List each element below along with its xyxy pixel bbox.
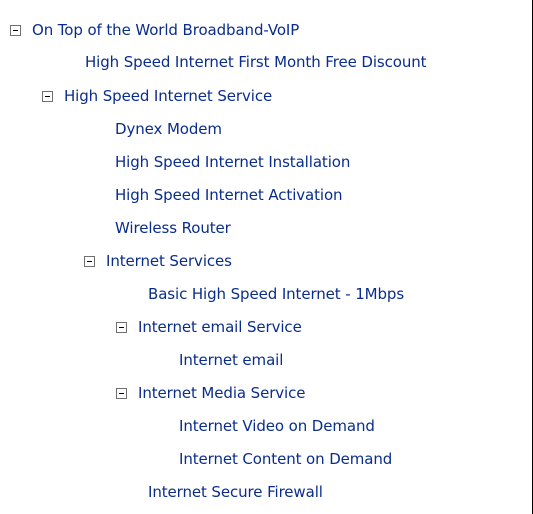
- tree-node-label[interactable]: Internet Media Service: [138, 383, 305, 403]
- tree-node-activation[interactable]: High Speed Internet Activation: [115, 185, 343, 205]
- tree-node-secure-firewall[interactable]: Internet Secure Firewall: [148, 482, 323, 502]
- tree-node-content-on-demand[interactable]: Internet Content on Demand: [179, 449, 392, 469]
- tree-node-label[interactable]: On Top of the World Broadband-VoIP: [32, 20, 299, 40]
- tree-node-email-service[interactable]: Internet email Service: [116, 317, 302, 337]
- tree-node-video-on-demand[interactable]: Internet Video on Demand: [179, 416, 375, 436]
- tree-node-dynex-modem[interactable]: Dynex Modem: [115, 119, 222, 139]
- tree-node-label[interactable]: Internet email Service: [138, 317, 302, 337]
- tree-node-label[interactable]: High Speed Internet Installation: [115, 152, 350, 172]
- collapse-toggle-icon[interactable]: [116, 387, 127, 399]
- tree-node-label[interactable]: High Speed Internet Service: [64, 86, 272, 106]
- tree-node-installation[interactable]: High Speed Internet Installation: [115, 152, 350, 172]
- tree-node-label[interactable]: Internet email: [179, 350, 283, 370]
- tree-node-internet-email[interactable]: Internet email: [179, 350, 283, 370]
- tree-node-label[interactable]: Basic High Speed Internet - 1Mbps: [148, 284, 404, 304]
- tree-node-label[interactable]: Dynex Modem: [115, 119, 222, 139]
- tree-node-label[interactable]: Internet Secure Firewall: [148, 482, 323, 502]
- collapse-toggle-icon[interactable]: [84, 255, 95, 267]
- tree-node-label[interactable]: Internet Services: [106, 251, 232, 271]
- tree-node-label[interactable]: High Speed Internet First Month Free Dis…: [85, 52, 427, 72]
- collapse-toggle-icon[interactable]: [42, 90, 53, 102]
- service-tree: On Top of the World Broadband-VoIP High …: [0, 0, 533, 514]
- collapse-toggle-icon[interactable]: [116, 321, 127, 333]
- tree-node-internet-services[interactable]: Internet Services: [84, 251, 232, 271]
- tree-node-wireless-router[interactable]: Wireless Router: [115, 218, 231, 238]
- collapse-toggle-icon[interactable]: [10, 24, 21, 36]
- tree-node-broadband-voip[interactable]: On Top of the World Broadband-VoIP: [10, 20, 299, 40]
- tree-node-label[interactable]: Internet Video on Demand: [179, 416, 375, 436]
- tree-node-label[interactable]: Wireless Router: [115, 218, 231, 238]
- tree-node-first-month-discount[interactable]: High Speed Internet First Month Free Dis…: [85, 52, 427, 72]
- tree-node-high-speed-internet-service[interactable]: High Speed Internet Service: [42, 86, 272, 106]
- tree-node-basic-internet[interactable]: Basic High Speed Internet - 1Mbps: [148, 284, 404, 304]
- tree-node-label[interactable]: High Speed Internet Activation: [115, 185, 343, 205]
- tree-node-media-service[interactable]: Internet Media Service: [116, 383, 305, 403]
- tree-node-label[interactable]: Internet Content on Demand: [179, 449, 392, 469]
